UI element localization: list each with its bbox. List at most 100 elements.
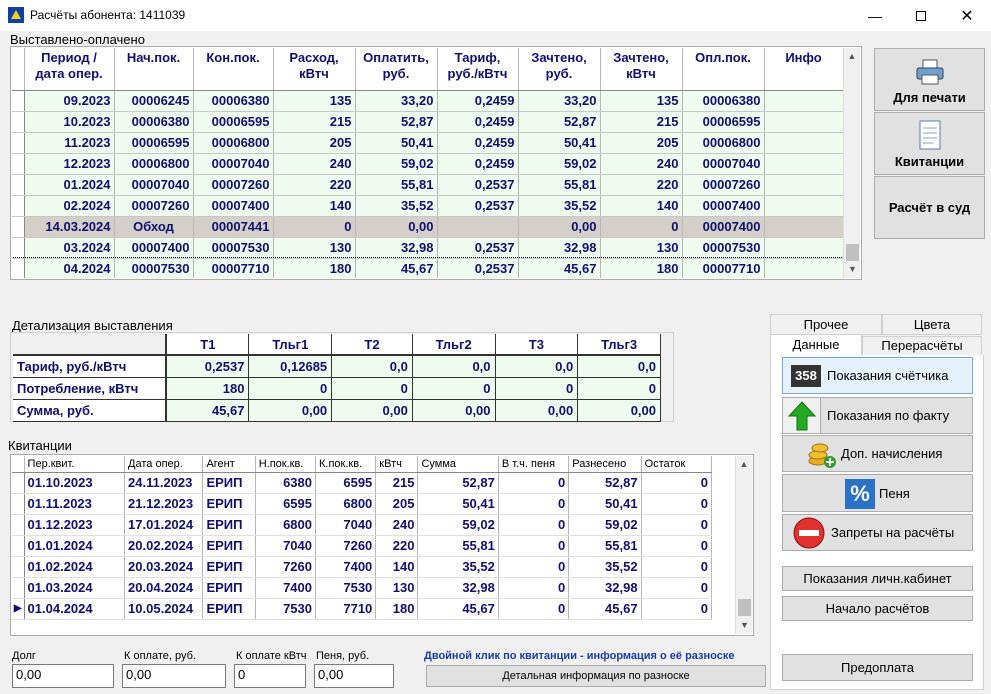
billing-row[interactable]: 11.2023 00006595 00006800 205 50,41 0,2459 50,…: [12, 132, 843, 154]
meter-readings-button[interactable]: 358 Показания счётчика: [782, 357, 973, 394]
billing-cell: 04.2024: [24, 258, 115, 278]
billing-col-header[interactable]: Нач.пок.: [114, 48, 194, 91]
billing-col-header[interactable]: Инфо: [764, 48, 843, 91]
minimize-button[interactable]: —: [852, 0, 898, 31]
billing-row[interactable]: 01.2024 00007040 00007260 220 55,81 0,2537 55,…: [12, 174, 843, 196]
receipt-cell: ЕРИП: [202, 598, 256, 620]
row-indicator: [12, 132, 25, 154]
debt-label: Долг: [12, 650, 36, 662]
receipts-col-header[interactable]: Пер.квит.: [24, 456, 126, 473]
receipt-cell: 7260: [255, 556, 316, 578]
billing-cell: 00007530: [114, 258, 194, 278]
receipts-col-header[interactable]: кВтч: [375, 456, 419, 473]
pay-rub-field[interactable]: 0,00: [122, 664, 226, 688]
prepayment-button[interactable]: Предоплата: [782, 654, 973, 681]
cabinet-readings-button[interactable]: Показания личн.кабинет: [782, 566, 973, 591]
receipt-cell: 01.02.2024: [24, 556, 126, 578]
maximize-button[interactable]: [898, 0, 944, 31]
print-button[interactable]: Для печати: [874, 48, 985, 111]
row-indicator: [12, 153, 25, 175]
billing-cell: [764, 132, 843, 154]
scroll-down-icon[interactable]: ▼: [736, 617, 753, 634]
billing-col-header[interactable]: Зачтено, руб.: [518, 48, 601, 91]
receipts-col-header[interactable]: В т.ч. пеня: [498, 456, 570, 473]
receipt-cell: 7400: [255, 577, 316, 599]
detail-row: Сумма, руб. 45,67 0,00 0,00 0,00 0,00 0,00: [13, 399, 661, 422]
receipt-row[interactable]: ▶ 01.04.2024 10.05.2024 ЕРИП 7530 7710 180 45,6…: [12, 598, 713, 620]
billing-cell: 00007710: [682, 258, 765, 278]
receipts-col-header[interactable]: Н.пок.кв.: [255, 456, 316, 473]
receipt-row[interactable]: 01.12.2023 17.01.2024 ЕРИП 6800 7040 240 59,02…: [12, 514, 713, 536]
court-button[interactable]: Расчёт в суд: [874, 176, 985, 239]
tab-data[interactable]: Данные: [770, 334, 862, 356]
billing-row[interactable]: 10.2023 00006380 00006595 215 52,87 0,2459 52,…: [12, 111, 843, 133]
receipts-col-header[interactable]: Дата опер.: [124, 456, 204, 473]
scroll-up-icon[interactable]: ▲: [736, 456, 752, 473]
detail-cell: 0,00: [331, 399, 413, 422]
scroll-up-icon[interactable]: ▲: [844, 48, 860, 65]
receipt-row[interactable]: 01.03.2024 20.04.2024 ЕРИП 7400 7530 130 32,98…: [12, 577, 713, 599]
receipt-row[interactable]: 01.11.2023 21.12.2023 ЕРИП 6595 6800 205 50,41…: [12, 493, 713, 515]
billing-col-header[interactable]: Оплатить, руб.: [355, 48, 438, 91]
detail-info-button[interactable]: Детальная информация по разноске: [426, 665, 766, 687]
billing-row[interactable]: 14.03.2024 Обход 00007441 0 0,00 0,00 0 0000740…: [12, 216, 843, 238]
receipt-row[interactable]: 01.10.2023 24.11.2023 ЕРИП 6380 6595 215 52,87…: [12, 472, 713, 494]
billing-scrollbar[interactable]: ▲ ▼: [843, 48, 860, 278]
receipt-cell: 7040: [315, 514, 377, 536]
receipt-cell: 6380: [255, 472, 316, 494]
billing-col-header[interactable]: Кон.пок.: [193, 48, 274, 91]
billing-cell: 00007040: [114, 174, 194, 196]
extra-charges-button[interactable]: Доп. начисления: [782, 435, 973, 472]
billing-cell: 00007260: [114, 195, 194, 217]
receipts-scrollbar[interactable]: ▲ ▼: [735, 456, 752, 634]
receipts-col-header[interactable]: Сумма: [417, 456, 499, 473]
receipts-col-header[interactable]: Разнесено: [568, 456, 642, 473]
billing-col-header[interactable]: Тариф, руб./кВтч: [437, 48, 519, 91]
calc-bans-button[interactable]: Запреты на расчёты: [782, 514, 973, 551]
billing-cell: 00007400: [193, 195, 274, 217]
billing-row[interactable]: 03.2024 00007400 00007530 130 32,98 0,2537 32,…: [12, 237, 843, 259]
close-button[interactable]: ✕: [944, 0, 990, 31]
receipt-row[interactable]: 01.01.2024 20.02.2024 ЕРИП 7040 7260 220 55,81…: [12, 535, 713, 557]
billing-cell: 00007040: [682, 153, 765, 175]
scroll-thumb[interactable]: [846, 244, 859, 261]
billing-col-header[interactable]: Период / дата опер.: [24, 48, 115, 91]
billing-col-header[interactable]: Опл.пок.: [682, 48, 765, 91]
receipts-button[interactable]: Квитанции: [874, 112, 985, 175]
receipts-col-header[interactable]: К.пок.кв.: [315, 456, 377, 473]
billing-cell: 0,2537: [437, 174, 519, 196]
billing-row[interactable]: 09.2023 00006245 00006380 135 33,20 0,2459 33,…: [12, 90, 843, 112]
detail-cell: 0: [331, 377, 413, 400]
detail-cell: 0,0: [577, 355, 661, 378]
detail-cell: 0,00: [412, 399, 496, 422]
billing-grid[interactable]: Период / дата опер. Нач.пок. Кон.пок. Расхо…: [10, 46, 862, 280]
penalty-button[interactable]: % Пеня: [782, 474, 973, 512]
debt-field[interactable]: 0,00: [12, 664, 114, 688]
receipts-grid[interactable]: Пер.квит. Дата опер. Агент Н.пок.кв. К.пок.к…: [10, 454, 754, 636]
receipt-row[interactable]: 01.02.2024 20.03.2024 ЕРИП 7260 7400 140 35,52…: [12, 556, 713, 578]
billing-cell: 00006800: [682, 132, 765, 154]
billing-row[interactable]: 12.2023 00006800 00007040 240 59,02 0,2459 59,…: [12, 153, 843, 175]
receipt-cell: 01.03.2024: [24, 577, 126, 599]
billing-cell: 00006380: [114, 111, 194, 133]
detail-group: Т1 Тльг1 Т2 Тльг2 Т3 Тльг3 Тариф, руб./кВтч 0,…: [10, 332, 674, 422]
pay-kwh-field[interactable]: 0: [234, 664, 306, 688]
receipts-col-header[interactable]: Агент: [202, 456, 256, 473]
tab-recalc[interactable]: Перерасчёты: [862, 336, 982, 356]
billing-cell: 14.03.2024: [24, 216, 115, 238]
receipts-col-header[interactable]: Остаток: [641, 456, 713, 473]
penalty-field[interactable]: 0,00: [314, 664, 394, 688]
billing-col-header[interactable]: Расход, кВтч: [273, 48, 356, 91]
billing-cell: 33,20: [518, 90, 601, 112]
tab-colors[interactable]: Цвета: [882, 314, 982, 335]
billing-cell: 03.2024: [24, 237, 115, 259]
billing-row[interactable]: 04.2024 00007530 00007710 180 45,67 0,2537 45,…: [12, 257, 843, 278]
billing-col-header[interactable]: Зачтено, кВтч: [600, 48, 683, 91]
actual-readings-button[interactable]: Показания по факту: [782, 397, 973, 434]
billing-row[interactable]: 02.2024 00007260 00007400 140 35,52 0,2537 35,…: [12, 195, 843, 217]
billing-cell: 130: [273, 237, 356, 259]
calc-start-button[interactable]: Начало расчётов: [782, 596, 973, 621]
tab-other[interactable]: Прочее: [770, 314, 882, 335]
scroll-thumb[interactable]: [738, 599, 751, 616]
scroll-down-icon[interactable]: ▼: [844, 261, 861, 278]
